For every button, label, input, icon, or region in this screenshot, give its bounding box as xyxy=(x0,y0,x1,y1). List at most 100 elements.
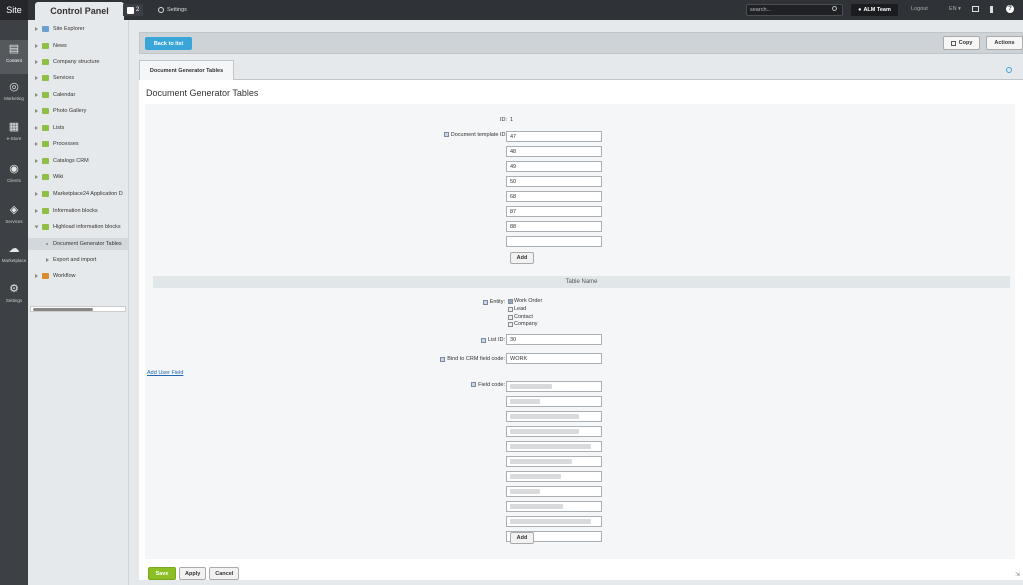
control-panel-tab[interactable]: Control Panel xyxy=(35,2,124,20)
tree-item-calendar[interactable]: Calendar xyxy=(35,89,75,101)
tree-item-document-generator-tables[interactable]: Document Generator Tables xyxy=(28,238,128,250)
tree-item-wiki[interactable]: Wiki xyxy=(35,171,63,183)
window-icon[interactable] xyxy=(972,6,979,12)
expand-icon[interactable] xyxy=(35,142,38,146)
tree-item-catalogs-crm[interactable]: Catalogs CRM xyxy=(35,155,89,167)
field-code-input[interactable] xyxy=(506,396,602,407)
expand-icon[interactable] xyxy=(35,126,38,130)
checkbox[interactable] xyxy=(508,321,513,327)
expand-icon[interactable] xyxy=(35,27,38,31)
expand-icon[interactable] xyxy=(35,274,38,278)
tree-item-lists[interactable]: Lists xyxy=(35,122,64,134)
id-value: 1 xyxy=(510,117,514,123)
template-id-input[interactable]: 68 xyxy=(506,191,602,202)
tree-item-export-import[interactable]: Export and import xyxy=(46,254,96,266)
nav-content[interactable]: ▤ Content xyxy=(0,40,28,74)
expand-icon[interactable] xyxy=(35,93,38,97)
collapse-icon[interactable] xyxy=(34,225,39,229)
field-code-input[interactable] xyxy=(506,486,602,497)
obscured-value xyxy=(510,519,591,524)
tree-item-processes[interactable]: Processes xyxy=(35,138,79,150)
scrollbar-thumb[interactable] xyxy=(33,308,93,311)
entity-option-lead[interactable]: Lead xyxy=(508,306,526,312)
nav-clients[interactable]: ◉ Clients xyxy=(0,160,28,194)
tree-item-site-explorer[interactable]: Site Explorer xyxy=(35,23,85,35)
search-icon[interactable] xyxy=(832,6,837,11)
entity-option-contact[interactable]: Contact xyxy=(508,314,533,320)
tab-document-generator-tables[interactable]: Document Generator Tables xyxy=(139,60,234,80)
expand-icon[interactable] xyxy=(35,175,38,179)
tree-item-information-blocks[interactable]: Information blocks xyxy=(35,205,98,217)
expand-icon[interactable] xyxy=(46,258,49,262)
obscured-value xyxy=(510,489,540,494)
site-tab[interactable]: Site xyxy=(0,0,28,20)
entity-option-work-order[interactable]: Work Order xyxy=(508,298,542,304)
template-id-input[interactable]: 48 xyxy=(506,146,602,157)
checkbox-checked[interactable] xyxy=(508,298,513,304)
apply-button[interactable]: Apply xyxy=(179,567,207,580)
cancel-button[interactable]: Cancel xyxy=(209,567,240,580)
search-input[interactable]: search... xyxy=(746,4,843,16)
add-field-code-button[interactable]: Add xyxy=(510,532,534,544)
add-user-field-link[interactable]: Add User Field xyxy=(147,370,183,376)
list-id-value: 30 xyxy=(510,336,517,343)
field-code-input[interactable] xyxy=(506,411,602,422)
tab-settings-icon[interactable] xyxy=(1006,67,1012,73)
field-code-input[interactable] xyxy=(506,501,602,512)
field-code-input[interactable] xyxy=(506,381,602,392)
tree-item-highload-blocks[interactable]: Highload information blocks xyxy=(34,221,121,233)
tree-item-news[interactable]: News xyxy=(35,40,67,52)
field-code-input[interactable] xyxy=(506,471,602,482)
help-checkbox-icon xyxy=(482,299,488,305)
nav-services[interactable]: ◈ Services xyxy=(0,201,28,235)
template-id-input[interactable]: 49 xyxy=(506,161,602,172)
tree-label: Document Generator Tables xyxy=(53,241,122,247)
back-to-list-button[interactable]: Back to list xyxy=(145,37,192,50)
user-button[interactable]: ● ALM Team xyxy=(851,4,898,16)
entity-option-company[interactable]: Company xyxy=(508,321,538,327)
nav-estore[interactable]: ▦ e-Store xyxy=(0,118,28,152)
field-code-input[interactable] xyxy=(506,441,602,452)
logout-link[interactable]: Logout xyxy=(911,6,928,12)
clients-icon: ◉ xyxy=(9,163,19,175)
language-selector[interactable]: EN ▾ xyxy=(949,6,961,12)
tree-item-company-structure[interactable]: Company structure xyxy=(35,56,99,68)
add-template-button[interactable]: Add xyxy=(510,252,534,264)
expand-icon[interactable] xyxy=(35,44,38,48)
tree-item-marketplace24[interactable]: Marketplace24 Application D xyxy=(35,188,123,200)
checkbox[interactable] xyxy=(508,314,513,320)
tree-item-photo-gallery[interactable]: Photo Gallery xyxy=(35,105,86,117)
tree-scrollbar[interactable] xyxy=(30,306,126,312)
help-icon[interactable]: ? xyxy=(1006,5,1014,13)
nav-marketplace[interactable]: ☁ Marketplace xyxy=(0,240,28,274)
nav-settings[interactable]: ⚙ Settings xyxy=(0,280,28,314)
field-code-input[interactable] xyxy=(506,426,602,437)
field-code-input[interactable] xyxy=(506,516,602,527)
tree-item-workflow[interactable]: Workflow xyxy=(35,270,76,282)
template-id-input[interactable]: 47 xyxy=(506,131,602,142)
nav-marketing[interactable]: ◎ Marketing xyxy=(0,78,28,112)
template-id-input[interactable]: 50 xyxy=(506,176,602,187)
pin-icon[interactable] xyxy=(990,6,993,13)
resize-handle-icon[interactable]: ⇲ xyxy=(1015,571,1020,578)
copy-button[interactable]: Copy xyxy=(943,36,980,50)
checkbox[interactable] xyxy=(508,306,513,312)
save-button[interactable]: Save xyxy=(148,567,176,580)
expand-icon[interactable] xyxy=(35,209,38,213)
expand-icon[interactable] xyxy=(35,76,38,80)
template-id-input[interactable]: 88 xyxy=(506,221,602,232)
field-code-input[interactable] xyxy=(506,456,602,467)
expand-icon[interactable] xyxy=(35,159,38,163)
template-id-input[interactable]: 87 xyxy=(506,206,602,217)
list-id-input[interactable]: 30 xyxy=(506,334,602,345)
tree-item-services[interactable]: Services xyxy=(35,72,74,84)
cloud-icon: ☁ xyxy=(8,243,20,255)
expand-icon[interactable] xyxy=(35,192,38,196)
settings-link[interactable]: Settings xyxy=(158,4,187,16)
bind-crm-input[interactable]: WORK xyxy=(506,353,602,364)
template-id-input[interactable] xyxy=(506,236,602,247)
actions-button[interactable]: Actions xyxy=(986,36,1023,50)
notifications-button[interactable]: 2 xyxy=(123,4,144,16)
expand-icon[interactable] xyxy=(35,60,38,64)
expand-icon[interactable] xyxy=(35,109,38,113)
